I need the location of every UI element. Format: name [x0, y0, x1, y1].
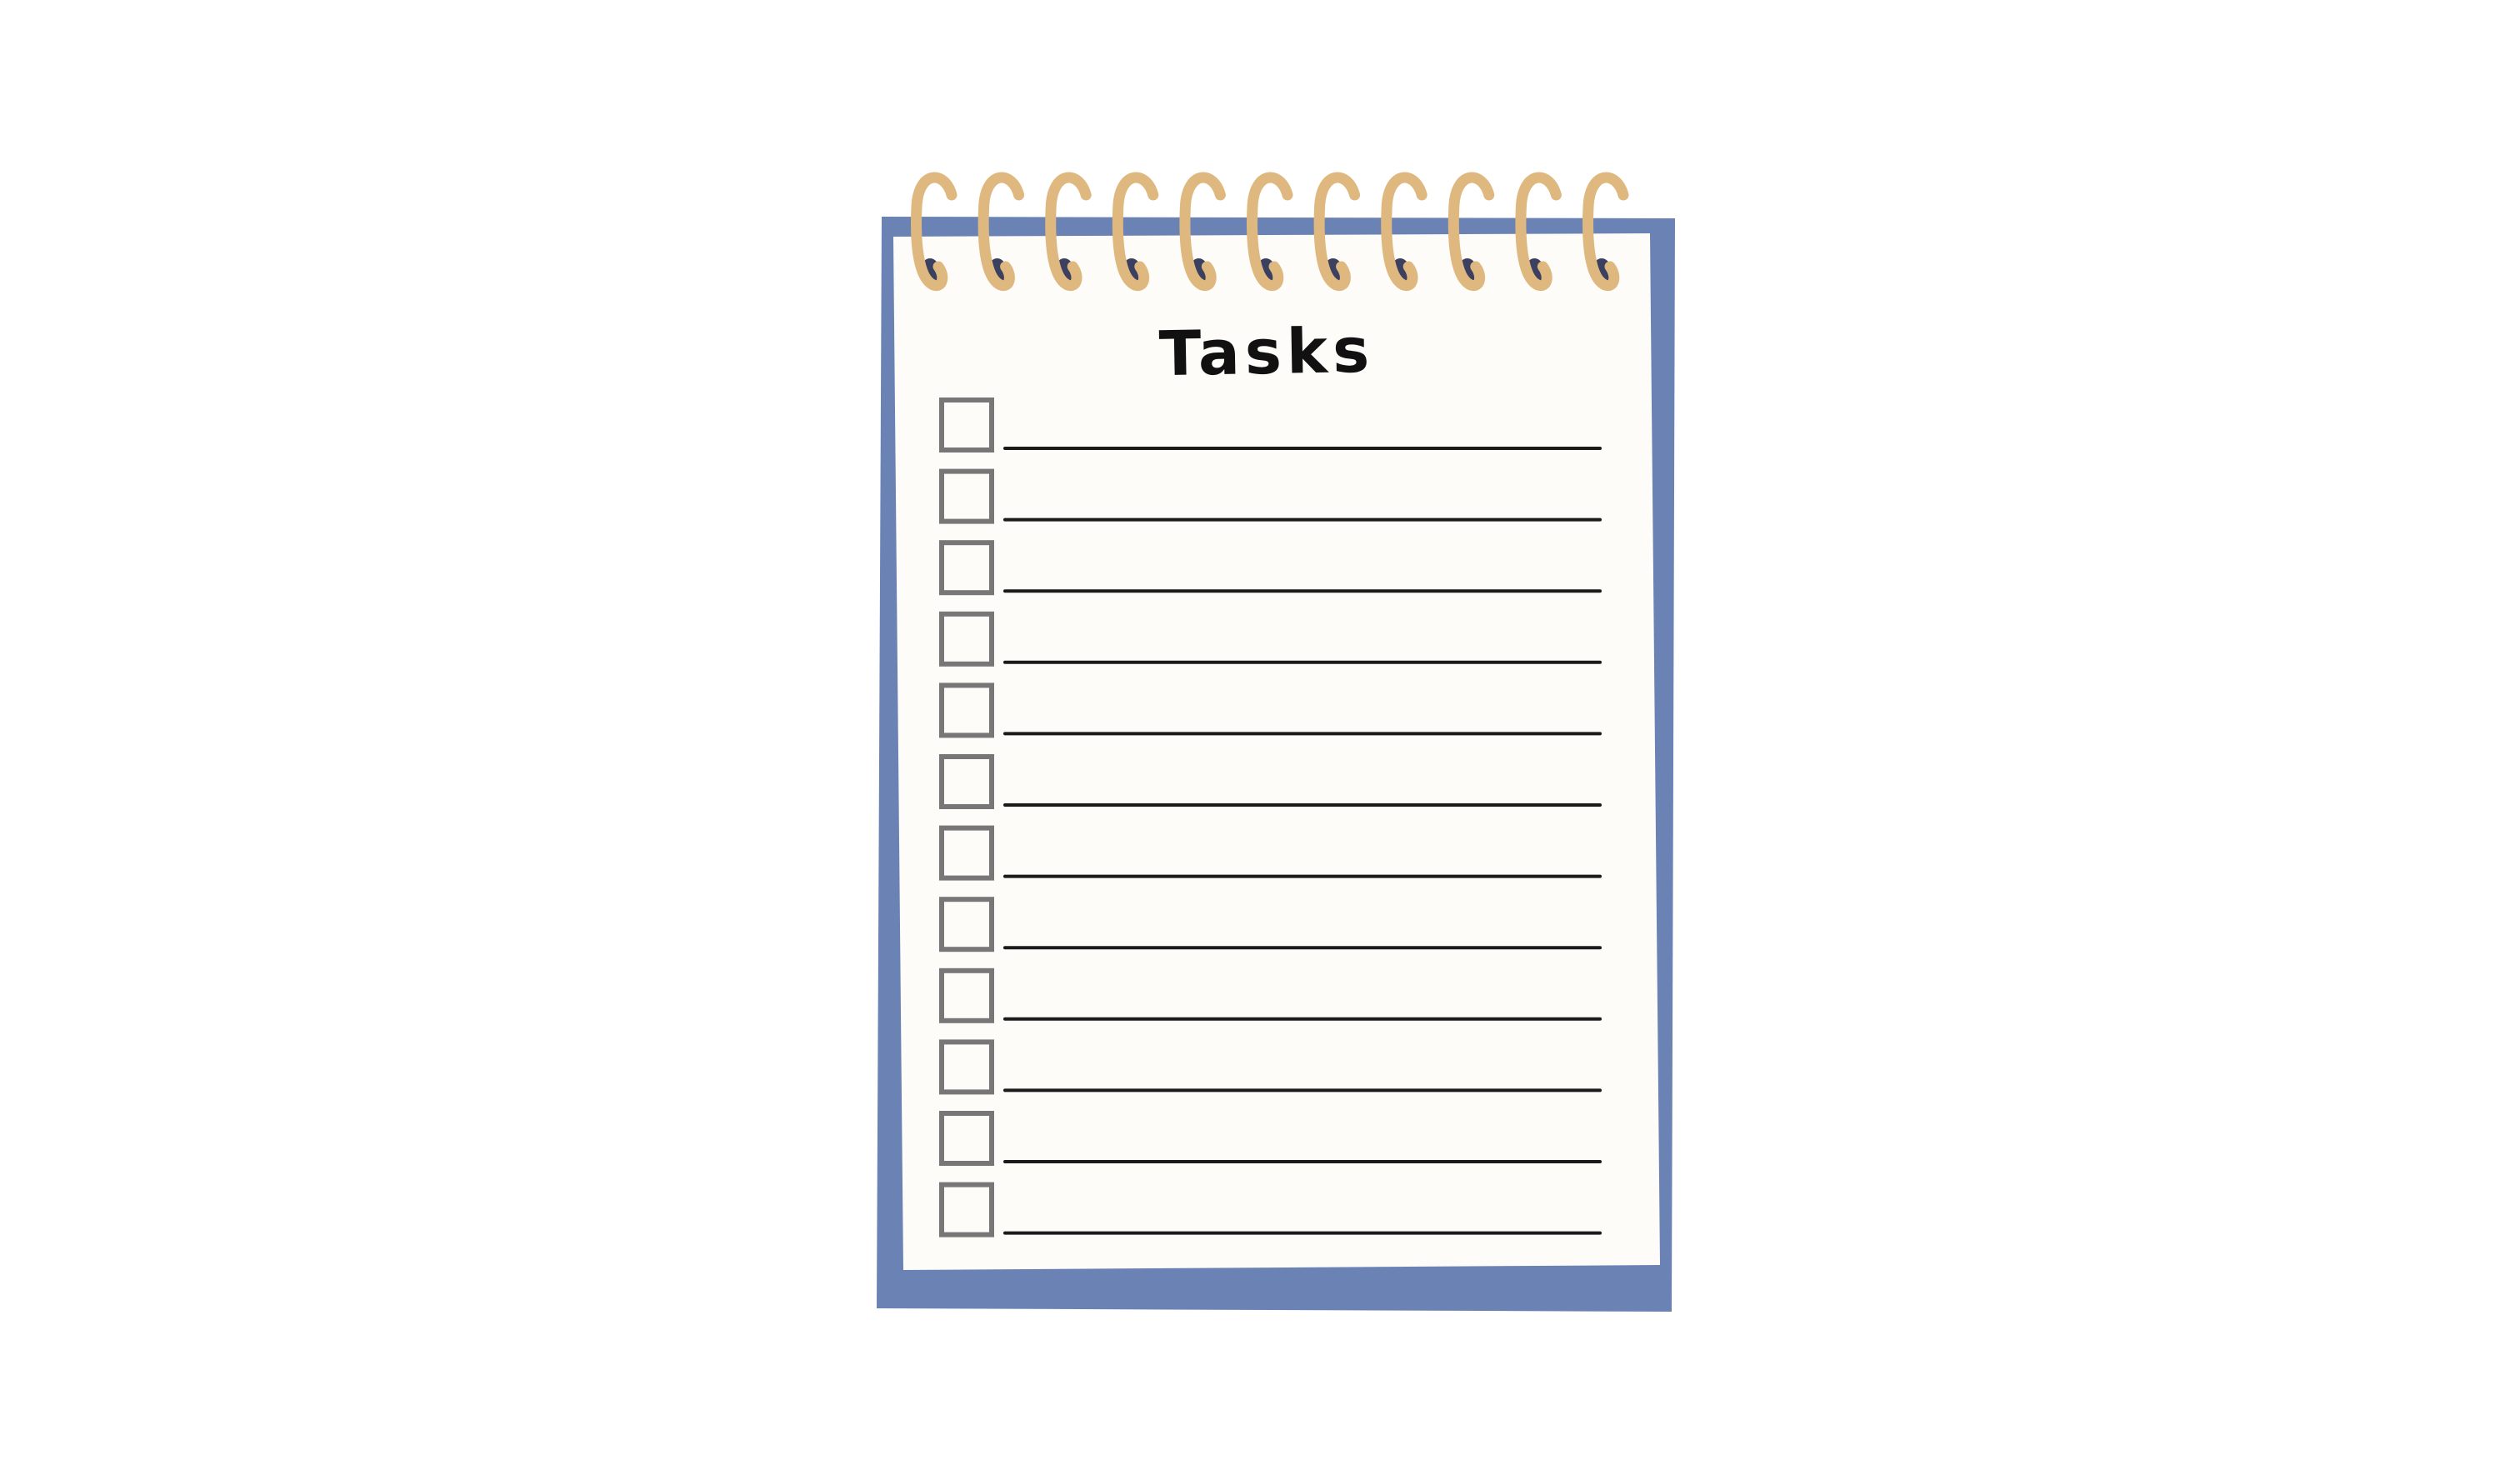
page-title: Tasks	[1158, 314, 1375, 391]
canvas: Tasks	[0, 0, 2520, 1470]
notepad-illustration	[877, 172, 1675, 1312]
